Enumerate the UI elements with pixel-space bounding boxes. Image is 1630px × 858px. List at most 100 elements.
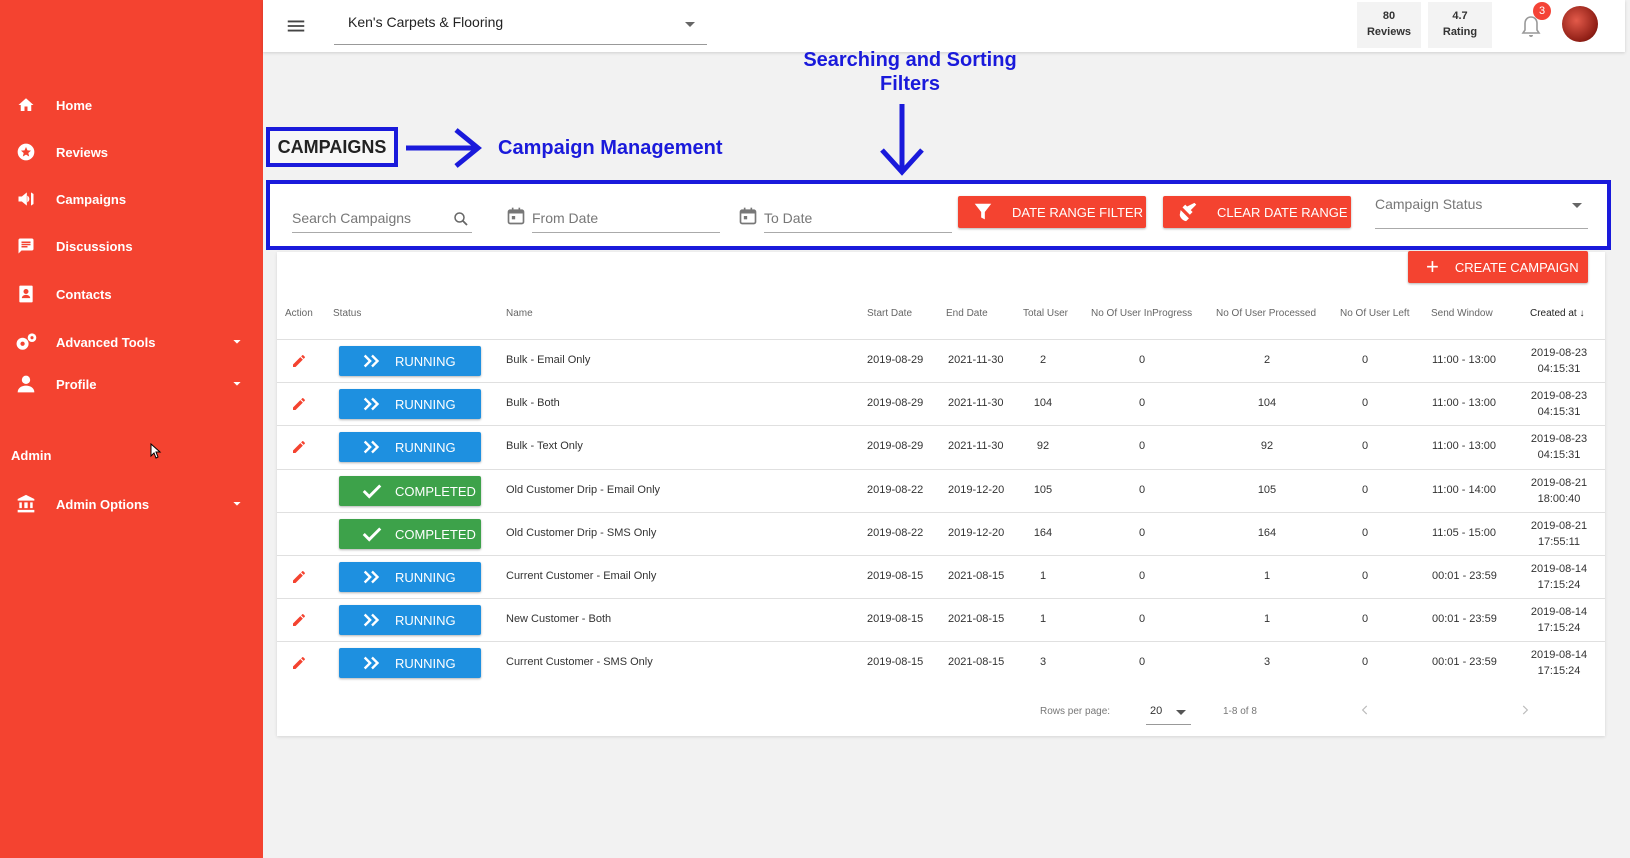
dropdown-caret-icon bbox=[685, 22, 695, 27]
table-row[interactable]: RUNNING New Customer - Both 2019-08-15 2021… bbox=[277, 598, 1605, 642]
status-badge[interactable]: RUNNING bbox=[339, 648, 481, 678]
header-send-window[interactable]: Send Window bbox=[1431, 308, 1493, 319]
double-chevron-right-icon bbox=[363, 570, 380, 584]
rows-per-page-value: 20 bbox=[1150, 705, 1163, 717]
status-label: COMPLETED bbox=[395, 483, 476, 499]
end-date: 2021-08-15 bbox=[948, 656, 1005, 668]
status-badge[interactable]: COMPLETED bbox=[339, 519, 481, 549]
created-date: 2019-08-14 bbox=[1530, 649, 1588, 661]
to-date-input[interactable]: To Date bbox=[764, 206, 952, 233]
send-window: 11:00 - 13:00 bbox=[1432, 354, 1497, 366]
users-inprogress: 0 bbox=[1138, 440, 1146, 452]
users-left: 0 bbox=[1361, 397, 1369, 409]
header-name[interactable]: Name bbox=[506, 308, 533, 319]
status-label: RUNNING bbox=[395, 353, 456, 369]
table-row[interactable]: RUNNING Current Customer - Email Only 2019… bbox=[277, 555, 1605, 599]
edit-pencil-icon[interactable] bbox=[291, 353, 307, 369]
campaign-status-select[interactable]: Campaign Status bbox=[1375, 194, 1588, 229]
reviews-stat[interactable]: 80 Reviews bbox=[1357, 2, 1421, 48]
status-badge[interactable]: RUNNING bbox=[339, 389, 481, 419]
status-badge[interactable]: RUNNING bbox=[339, 346, 481, 376]
create-campaign-button[interactable]: + CREATE CAMPAIGN bbox=[1408, 251, 1588, 283]
sidebar-item-home[interactable]: Home bbox=[0, 85, 263, 125]
sidebar-item-reviews[interactable]: Reviews bbox=[0, 132, 263, 172]
edit-pencil-icon[interactable] bbox=[291, 655, 307, 671]
header-created-at[interactable]: Created at ↓ bbox=[1530, 308, 1584, 319]
filters-bar: Search Campaigns From Date To Date DATE … bbox=[266, 180, 1611, 250]
sidebar-item-discussions[interactable]: Discussions bbox=[0, 226, 263, 266]
table-row[interactable]: COMPLETED Old Customer Drip - Email Only 2… bbox=[277, 469, 1605, 513]
previous-page-icon[interactable] bbox=[1358, 702, 1372, 718]
send-window: 00:01 - 23:59 bbox=[1432, 656, 1497, 668]
edit-pencil-icon[interactable] bbox=[291, 569, 307, 585]
header-inprogress[interactable]: No Of User InProgress bbox=[1091, 308, 1192, 319]
rating-stat[interactable]: 4.7 Rating bbox=[1428, 2, 1492, 48]
next-page-icon[interactable] bbox=[1518, 702, 1532, 718]
table-row[interactable]: RUNNING Bulk - Both 2019-08-29 2021-11-30 10… bbox=[277, 382, 1605, 426]
sidebar-item-profile[interactable]: Profile bbox=[0, 364, 263, 404]
search-input[interactable]: Search Campaigns bbox=[292, 206, 472, 233]
from-date-input[interactable]: From Date bbox=[532, 206, 720, 233]
created-time: 17:15:24 bbox=[1537, 622, 1581, 634]
table-row[interactable]: RUNNING Bulk - Text Only 2019-08-29 2021-11… bbox=[277, 425, 1605, 469]
users-processed: 1 bbox=[1263, 613, 1271, 625]
edit-pencil-icon[interactable] bbox=[291, 396, 307, 412]
status-badge[interactable]: COMPLETED bbox=[339, 476, 481, 506]
created-at: 2019-08-14 17:15:24 bbox=[1519, 561, 1599, 593]
header-start-date[interactable]: Start Date bbox=[867, 308, 912, 319]
start-date: 2019-08-15 bbox=[867, 656, 924, 668]
search-icon[interactable] bbox=[452, 210, 470, 228]
header-left[interactable]: No Of User Left bbox=[1340, 308, 1409, 319]
calendar-icon[interactable] bbox=[738, 206, 758, 226]
created-date: 2019-08-23 bbox=[1530, 433, 1588, 445]
status-badge[interactable]: RUNNING bbox=[339, 562, 481, 592]
create-campaign-label: CREATE CAMPAIGN bbox=[1454, 259, 1579, 275]
sidebar-item-admin-options[interactable]: Admin Options bbox=[0, 484, 263, 524]
table-row[interactable]: RUNNING Current Customer - SMS Only 2019-0… bbox=[277, 641, 1605, 685]
pagination-range: 1-8 of 8 bbox=[1223, 706, 1257, 717]
users-inprogress: 0 bbox=[1138, 613, 1146, 625]
created-at: 2019-08-23 04:15:31 bbox=[1519, 345, 1599, 377]
users-left: 0 bbox=[1361, 354, 1369, 366]
sidebar-item-contacts[interactable]: Contacts bbox=[0, 274, 263, 314]
status-badge[interactable]: RUNNING bbox=[339, 432, 481, 462]
header-end-date[interactable]: End Date bbox=[946, 308, 988, 319]
avatar[interactable] bbox=[1562, 6, 1598, 42]
created-time: 04:15:31 bbox=[1537, 363, 1581, 375]
edit-pencil-icon[interactable] bbox=[291, 612, 307, 628]
header-total-user[interactable]: Total User bbox=[1023, 308, 1068, 319]
filters-annotation: Searching and Sorting Filters bbox=[760, 48, 1060, 96]
total-user: 92 bbox=[1036, 440, 1050, 452]
users-processed: 105 bbox=[1257, 484, 1277, 496]
created-time: 18:00:40 bbox=[1537, 493, 1581, 505]
date-range-filter-label: DATE RANGE FILTER bbox=[1012, 204, 1143, 220]
sidebar-item-campaigns[interactable]: Campaigns bbox=[0, 179, 263, 219]
campaign-name: Bulk - Email Only bbox=[506, 354, 591, 366]
header-processed[interactable]: No Of User Processed bbox=[1216, 308, 1316, 319]
clear-date-range-label: CLEAR DATE RANGE bbox=[1217, 204, 1348, 220]
date-range-filter-button[interactable]: DATE RANGE FILTER bbox=[958, 196, 1146, 228]
table-row[interactable]: RUNNING Bulk - Email Only 2019-08-29 2021-1… bbox=[277, 339, 1605, 383]
status-badge[interactable]: RUNNING bbox=[339, 605, 481, 635]
clear-date-range-button[interactable]: CLEAR DATE RANGE bbox=[1163, 196, 1351, 228]
sidebar: Home Reviews Campaigns Discussions Conta… bbox=[0, 0, 263, 858]
dropdown-caret-icon bbox=[1176, 710, 1186, 715]
start-date: 2019-08-15 bbox=[867, 570, 924, 582]
total-user: 164 bbox=[1033, 527, 1053, 539]
chat-icon bbox=[14, 234, 38, 258]
sidebar-item-advanced-tools[interactable]: Advanced Tools bbox=[0, 322, 263, 362]
created-at: 2019-08-23 04:15:31 bbox=[1519, 431, 1599, 463]
send-window: 00:01 - 23:59 bbox=[1432, 570, 1497, 582]
edit-pencil-icon[interactable] bbox=[291, 439, 307, 455]
menu-icon[interactable] bbox=[285, 15, 307, 37]
business-select[interactable]: Ken's Carpets & Flooring bbox=[334, 4, 707, 45]
status-label: RUNNING bbox=[395, 439, 456, 455]
calendar-icon[interactable] bbox=[506, 206, 526, 226]
created-at: 2019-08-23 04:15:31 bbox=[1519, 388, 1599, 420]
campaign-name: Old Customer Drip - SMS Only bbox=[506, 527, 657, 539]
rows-per-page-select[interactable]: 20 bbox=[1146, 700, 1191, 725]
created-date: 2019-08-23 bbox=[1530, 390, 1588, 402]
filters-annotation-line2: Filters bbox=[879, 73, 941, 95]
users-processed: 3 bbox=[1263, 656, 1271, 668]
table-row[interactable]: COMPLETED Old Customer Drip - SMS Only 201… bbox=[277, 512, 1605, 556]
